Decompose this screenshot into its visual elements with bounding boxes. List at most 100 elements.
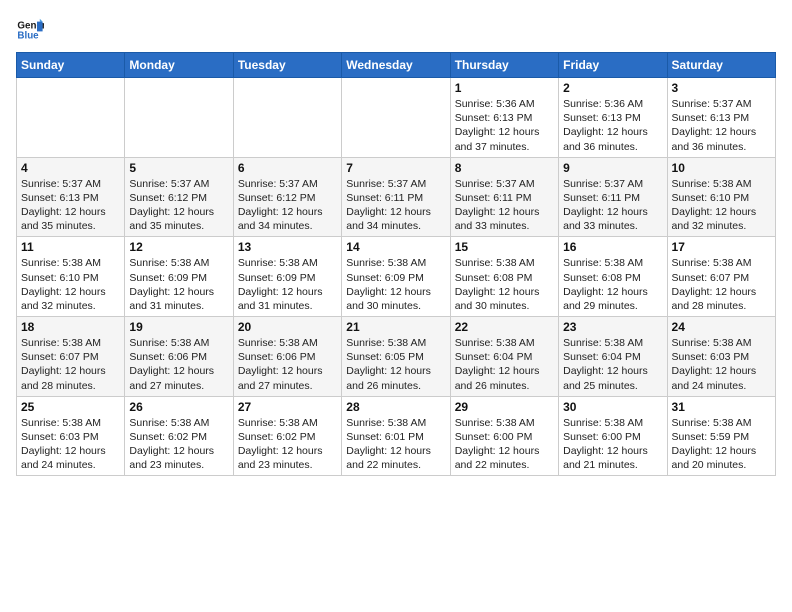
day-info: Sunrise: 5:38 AM Sunset: 6:03 PM Dayligh… (21, 416, 120, 473)
day-info: Sunrise: 5:37 AM Sunset: 6:11 PM Dayligh… (563, 177, 662, 234)
calendar-cell: 9 Sunrise: 5:37 AM Sunset: 6:11 PM Daylig… (559, 157, 667, 237)
day-number: 20 (238, 320, 337, 334)
day-info: Sunrise: 5:38 AM Sunset: 6:10 PM Dayligh… (672, 177, 771, 234)
weekday-header-saturday: Saturday (667, 53, 775, 78)
day-number: 3 (672, 81, 771, 95)
calendar-cell (17, 78, 125, 158)
day-number: 5 (129, 161, 228, 175)
calendar-cell: 8 Sunrise: 5:37 AM Sunset: 6:11 PM Daylig… (450, 157, 558, 237)
calendar-cell (233, 78, 341, 158)
day-info: Sunrise: 5:38 AM Sunset: 6:02 PM Dayligh… (238, 416, 337, 473)
page-header: General Blue (16, 16, 776, 44)
day-info: Sunrise: 5:37 AM Sunset: 6:13 PM Dayligh… (21, 177, 120, 234)
calendar-cell: 15Sunrise: 5:38 AM Sunset: 6:08 PM Dayli… (450, 237, 558, 317)
weekday-header-thursday: Thursday (450, 53, 558, 78)
calendar-cell: 14Sunrise: 5:38 AM Sunset: 6:09 PM Dayli… (342, 237, 450, 317)
day-number: 23 (563, 320, 662, 334)
day-number: 11 (21, 240, 120, 254)
day-info: Sunrise: 5:38 AM Sunset: 6:03 PM Dayligh… (672, 336, 771, 393)
day-info: Sunrise: 5:37 AM Sunset: 6:13 PM Dayligh… (672, 97, 771, 154)
day-number: 18 (21, 320, 120, 334)
day-number: 24 (672, 320, 771, 334)
day-number: 6 (238, 161, 337, 175)
day-info: Sunrise: 5:38 AM Sunset: 6:10 PM Dayligh… (21, 256, 120, 313)
day-number: 29 (455, 400, 554, 414)
calendar-cell: 29 Sunrise: 5:38 AM Sunset: 6:00 PM Dayli… (450, 396, 558, 476)
day-number: 27 (238, 400, 337, 414)
day-info: Sunrise: 5:38 AM Sunset: 6:07 PM Dayligh… (21, 336, 120, 393)
weekday-header-sunday: Sunday (17, 53, 125, 78)
weekday-header-monday: Monday (125, 53, 233, 78)
day-number: 31 (672, 400, 771, 414)
calendar-cell: 19Sunrise: 5:38 AM Sunset: 6:06 PM Dayli… (125, 317, 233, 397)
day-number: 25 (21, 400, 120, 414)
day-info: Sunrise: 5:38 AM Sunset: 6:06 PM Dayligh… (238, 336, 337, 393)
calendar-cell: 10 Sunrise: 5:38 AM Sunset: 6:10 PM Dayli… (667, 157, 775, 237)
day-number: 14 (346, 240, 445, 254)
day-number: 1 (455, 81, 554, 95)
day-info: Sunrise: 5:38 AM Sunset: 6:08 PM Dayligh… (455, 256, 554, 313)
day-number: 21 (346, 320, 445, 334)
day-info: Sunrise: 5:36 AM Sunset: 6:13 PM Dayligh… (455, 97, 554, 154)
calendar-cell: 3 Sunrise: 5:37 AM Sunset: 6:13 PM Daylig… (667, 78, 775, 158)
day-info: Sunrise: 5:38 AM Sunset: 5:59 PM Dayligh… (672, 416, 771, 473)
day-number: 13 (238, 240, 337, 254)
day-number: 9 (563, 161, 662, 175)
calendar-cell (342, 78, 450, 158)
day-info: Sunrise: 5:37 AM Sunset: 6:12 PM Dayligh… (238, 177, 337, 234)
weekday-header-wednesday: Wednesday (342, 53, 450, 78)
day-number: 10 (672, 161, 771, 175)
calendar-cell: 18 Sunrise: 5:38 AM Sunset: 6:07 PM Dayli… (17, 317, 125, 397)
weekday-header-friday: Friday (559, 53, 667, 78)
day-number: 8 (455, 161, 554, 175)
day-number: 19 (129, 320, 228, 334)
calendar-cell: 11 Sunrise: 5:38 AM Sunset: 6:10 PM Dayli… (17, 237, 125, 317)
day-info: Sunrise: 5:38 AM Sunset: 6:07 PM Dayligh… (672, 256, 771, 313)
day-number: 2 (563, 81, 662, 95)
calendar-cell: 16Sunrise: 5:38 AM Sunset: 6:08 PM Dayli… (559, 237, 667, 317)
day-number: 28 (346, 400, 445, 414)
svg-text:Blue: Blue (17, 30, 39, 41)
day-info: Sunrise: 5:38 AM Sunset: 6:00 PM Dayligh… (455, 416, 554, 473)
calendar-cell: 21 Sunrise: 5:38 AM Sunset: 6:05 PM Dayli… (342, 317, 450, 397)
day-number: 12 (129, 240, 228, 254)
calendar-cell: 24 Sunrise: 5:38 AM Sunset: 6:03 PM Dayli… (667, 317, 775, 397)
calendar-cell: 27 Sunrise: 5:38 AM Sunset: 6:02 PM Dayli… (233, 396, 341, 476)
calendar-cell: 6 Sunrise: 5:37 AM Sunset: 6:12 PM Daylig… (233, 157, 341, 237)
day-info: Sunrise: 5:36 AM Sunset: 6:13 PM Dayligh… (563, 97, 662, 154)
calendar-week-row: 1 Sunrise: 5:36 AM Sunset: 6:13 PM Daylig… (17, 78, 776, 158)
day-number: 26 (129, 400, 228, 414)
calendar-week-row: 18 Sunrise: 5:38 AM Sunset: 6:07 PM Dayli… (17, 317, 776, 397)
weekday-header-row: SundayMondayTuesdayWednesdayThursdayFrid… (17, 53, 776, 78)
day-info: Sunrise: 5:38 AM Sunset: 6:09 PM Dayligh… (129, 256, 228, 313)
calendar-cell: 25 Sunrise: 5:38 AM Sunset: 6:03 PM Dayli… (17, 396, 125, 476)
calendar-cell: 2 Sunrise: 5:36 AM Sunset: 6:13 PM Daylig… (559, 78, 667, 158)
logo: General Blue (16, 16, 48, 44)
calendar-cell: 26 Sunrise: 5:38 AM Sunset: 6:02 PM Dayli… (125, 396, 233, 476)
day-info: Sunrise: 5:37 AM Sunset: 6:11 PM Dayligh… (346, 177, 445, 234)
day-info: Sunrise: 5:38 AM Sunset: 6:01 PM Dayligh… (346, 416, 445, 473)
day-number: 4 (21, 161, 120, 175)
day-info: Sunrise: 5:38 AM Sunset: 6:04 PM Dayligh… (563, 336, 662, 393)
day-info: Sunrise: 5:38 AM Sunset: 6:02 PM Dayligh… (129, 416, 228, 473)
day-number: 30 (563, 400, 662, 414)
day-info: Sunrise: 5:37 AM Sunset: 6:12 PM Dayligh… (129, 177, 228, 234)
calendar-cell: 23 Sunrise: 5:38 AM Sunset: 6:04 PM Dayli… (559, 317, 667, 397)
day-info: Sunrise: 5:38 AM Sunset: 6:04 PM Dayligh… (455, 336, 554, 393)
calendar-cell: 20 Sunrise: 5:38 AM Sunset: 6:06 PM Dayli… (233, 317, 341, 397)
calendar-cell: 12 Sunrise: 5:38 AM Sunset: 6:09 PM Dayli… (125, 237, 233, 317)
calendar-week-row: 4 Sunrise: 5:37 AM Sunset: 6:13 PM Daylig… (17, 157, 776, 237)
calendar-cell: 5 Sunrise: 5:37 AM Sunset: 6:12 PM Daylig… (125, 157, 233, 237)
calendar-cell (125, 78, 233, 158)
calendar-week-row: 25 Sunrise: 5:38 AM Sunset: 6:03 PM Dayli… (17, 396, 776, 476)
day-number: 7 (346, 161, 445, 175)
day-number: 22 (455, 320, 554, 334)
day-info: Sunrise: 5:38 AM Sunset: 6:05 PM Dayligh… (346, 336, 445, 393)
day-number: 17 (672, 240, 771, 254)
weekday-header-tuesday: Tuesday (233, 53, 341, 78)
calendar-cell: 1 Sunrise: 5:36 AM Sunset: 6:13 PM Daylig… (450, 78, 558, 158)
calendar-cell: 28 Sunrise: 5:38 AM Sunset: 6:01 PM Dayli… (342, 396, 450, 476)
day-info: Sunrise: 5:37 AM Sunset: 6:11 PM Dayligh… (455, 177, 554, 234)
calendar-cell: 30Sunrise: 5:38 AM Sunset: 6:00 PM Dayli… (559, 396, 667, 476)
logo-icon: General Blue (16, 16, 44, 44)
